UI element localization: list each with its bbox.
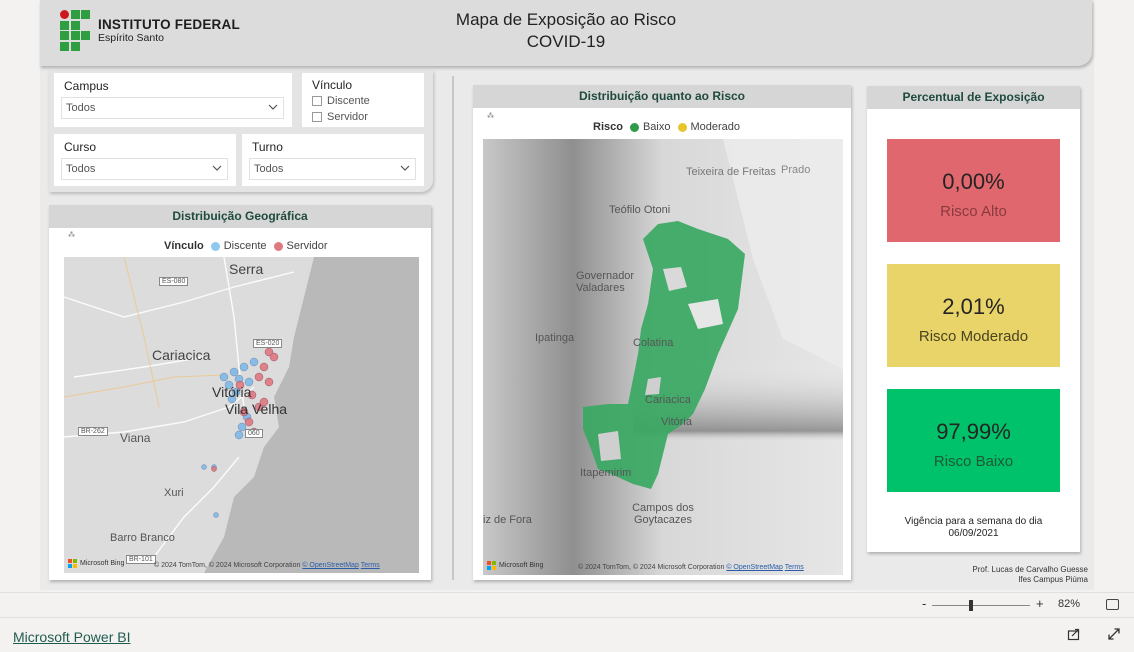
- filter-panel: Campus Todos Vínculo Discente Servidor C…: [49, 70, 433, 192]
- curso-label: Curso: [64, 140, 97, 154]
- legend-item[interactable]: Moderado: [691, 121, 741, 133]
- map-label: Xuri: [164, 487, 184, 499]
- map-attribution: © 2024 TomTom, © 2024 Microsoft Corporat…: [578, 564, 804, 571]
- map-label: Vitória: [661, 416, 692, 428]
- curso-dropdown[interactable]: Todos: [61, 158, 228, 180]
- fit-to-page-icon[interactable]: [1106, 599, 1119, 610]
- validity-note: Vigência para a semana do dia 06/09/2021: [904, 516, 1043, 539]
- road-shield: BR-101: [126, 555, 156, 564]
- exposure-panel: Percentual de Exposição 0,00% Risco Alto…: [867, 86, 1080, 552]
- map-label: Governador Valadares: [576, 270, 635, 294]
- discente-legend-dot: [210, 241, 220, 251]
- legend-item[interactable]: Baixo: [643, 121, 671, 133]
- map-filter-icon[interactable]: ⁂: [68, 231, 75, 239]
- map-label: Teófilo Otoni: [609, 204, 671, 216]
- geo-distribution-panel: Distribuição Geográfica ⁂ Vínculo Discen…: [49, 205, 431, 580]
- chevron-down-icon: [212, 165, 222, 171]
- map-label: Cariacica: [645, 394, 691, 406]
- moderado-legend-dot: [677, 122, 687, 132]
- osm-link[interactable]: © OpenStreetMap: [726, 564, 783, 571]
- chevron-down-icon: [268, 104, 278, 110]
- risk-panel-title: Distribuição quanto ao Risco: [473, 85, 851, 108]
- power-bi-link[interactable]: Microsoft Power BI: [13, 629, 130, 645]
- share-icon[interactable]: [1067, 627, 1081, 641]
- campus-label: Campus: [64, 79, 109, 93]
- risk-high-value: 0,00%: [942, 169, 1005, 194]
- servidor-legend-dot: [273, 241, 283, 251]
- vinculo-slicer: Vínculo Discente Servidor: [302, 73, 424, 127]
- map-label: iz de Fora: [483, 514, 532, 526]
- map-label: Teixeira de Freitas: [686, 166, 776, 178]
- risk-legend: Risco Baixo Moderado: [593, 121, 741, 133]
- campus-slicer: Campus Todos: [54, 73, 292, 127]
- terms-link[interactable]: Terms: [785, 564, 804, 571]
- risk-distribution-panel: Distribuição quanto ao Risco ⁂ Risco Bai…: [473, 85, 851, 580]
- microsoft-logo-icon: Microsoft Bing: [487, 561, 543, 570]
- microsoft-logo-icon: Microsoft Bing: [68, 559, 124, 568]
- risk-low-label: Risco Baixo: [933, 453, 1014, 470]
- turno-slicer: Turno Todos: [242, 134, 424, 186]
- map-label: Campos dos Goytacazes: [632, 502, 694, 526]
- map-attribution: © 2024 TomTom, © 2024 Microsoft Corporat…: [154, 562, 380, 569]
- baixo-legend-dot: [629, 122, 639, 132]
- map-label: Vitória: [212, 384, 252, 400]
- chevron-down-icon: [400, 165, 410, 171]
- road-shield: ES-080: [159, 277, 189, 286]
- map-label: Itapemirim: [580, 467, 632, 479]
- power-bi-footer: Microsoft Power BI: [0, 617, 1134, 652]
- risk-moderate-value: 2,01%: [942, 294, 1005, 319]
- zoom-slider-thumb[interactable]: [969, 600, 973, 611]
- geo-legend: Vínculo Discente Servidor: [164, 240, 328, 252]
- vinculo-label: Vínculo: [312, 78, 353, 92]
- author-credit: Prof. Lucas de Carvalho Guesse Ifes Camp…: [972, 565, 1088, 584]
- risk-moderate-label: Risco Moderado: [918, 328, 1029, 345]
- map-label: Barro Branco: [110, 532, 175, 544]
- expand-icon[interactable]: [1107, 627, 1121, 641]
- zoom-in-button[interactable]: +: [1036, 596, 1044, 611]
- risk-high-label: Risco Alto: [940, 203, 1007, 220]
- curso-slicer: Curso Todos: [54, 134, 236, 186]
- campus-dropdown[interactable]: Todos: [61, 97, 284, 119]
- map-label: Viana: [120, 431, 151, 445]
- road-shield: 060: [245, 429, 263, 438]
- turno-label: Turno: [252, 140, 283, 154]
- report-header: INSTITUTO FEDERAL Espírito Santo Mapa de…: [40, 0, 1092, 66]
- page-title: Mapa de Exposição ao Risco COVID-19: [455, 10, 677, 51]
- legend-item[interactable]: Servidor: [287, 240, 328, 252]
- geo-panel-title: Distribuição Geográfica: [49, 205, 431, 228]
- checkbox-icon: [312, 96, 322, 106]
- zoom-slider-track[interactable]: [932, 605, 1030, 606]
- exposure-panel-title: Percentual de Exposição: [867, 86, 1080, 109]
- road-shield: BR-262: [78, 427, 108, 436]
- zoom-level: 82%: [1058, 598, 1081, 610]
- map-label: Prado: [781, 164, 811, 176]
- geo-map[interactable]: Serra Cariacica Vitória Vila Velha Viana…: [64, 257, 419, 573]
- map-label: Vila Velha: [225, 401, 288, 417]
- map-label: Ipatinga: [535, 332, 575, 344]
- road-shield: ES-020: [253, 339, 283, 348]
- map-label: Serra: [229, 261, 264, 277]
- map-label: Cariacica: [152, 347, 211, 363]
- terms-link[interactable]: Terms: [361, 562, 380, 569]
- legend-item[interactable]: Discente: [224, 240, 267, 252]
- vinculo-option-discente[interactable]: Discente: [312, 95, 370, 107]
- section-divider: [452, 76, 454, 580]
- risk-high-card: 0,00% Risco Alto: [887, 139, 1060, 242]
- map-label: Colatina: [633, 337, 674, 349]
- risk-map[interactable]: Teixeira de Freitas Prado Teófilo Otoni …: [483, 139, 843, 575]
- vinculo-option-servidor[interactable]: Servidor: [312, 111, 368, 123]
- risk-moderate-card: 2,01% Risco Moderado: [887, 264, 1060, 367]
- turno-dropdown[interactable]: Todos: [249, 158, 416, 180]
- osm-link[interactable]: © OpenStreetMap: [302, 562, 359, 569]
- risk-low-value: 97,99%: [936, 419, 1011, 444]
- zoom-out-button[interactable]: -: [922, 596, 926, 611]
- checkbox-icon: [312, 112, 322, 122]
- zoom-bar: - + 82%: [0, 592, 1134, 616]
- map-filter-icon[interactable]: ⁂: [487, 112, 494, 120]
- risk-low-card: 97,99% Risco Baixo: [887, 389, 1060, 492]
